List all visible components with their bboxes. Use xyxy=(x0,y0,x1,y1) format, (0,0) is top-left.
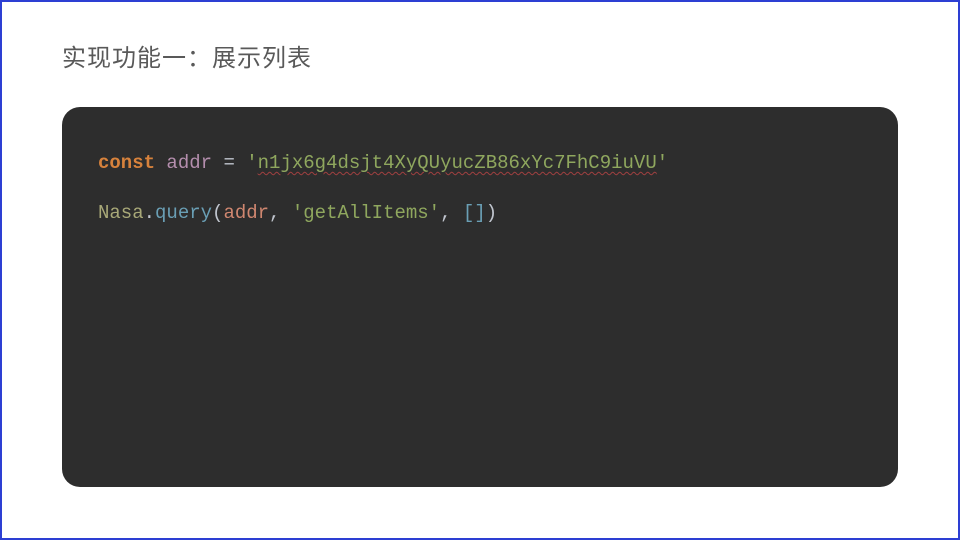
token-space xyxy=(280,202,291,224)
token-space xyxy=(235,152,246,174)
token-string-body: n1jx6g4dsjt4XyQUyucZB86xYc7FhC9iuVU xyxy=(258,152,657,174)
token-bracket-close: ] xyxy=(474,202,485,224)
token-space xyxy=(212,152,223,174)
token-quote-open: ' xyxy=(246,152,257,174)
token-comma: , xyxy=(269,202,280,224)
token-quote-close: ' xyxy=(657,152,668,174)
token-paren-open: ( xyxy=(212,202,223,224)
token-dot: . xyxy=(144,202,155,224)
token-bracket-open: [ xyxy=(463,202,474,224)
slide-title: 实现功能一：展示列表 xyxy=(62,38,898,73)
token-paren-close: ) xyxy=(486,202,497,224)
token-keyword-const: const xyxy=(98,152,155,174)
token-comma: , xyxy=(440,202,451,224)
token-variable-addr: addr xyxy=(166,152,212,174)
token-assign: = xyxy=(223,152,234,174)
code-line-2: Nasa.query(addr, 'getAllItems', []) xyxy=(98,201,862,227)
token-object-nasa: Nasa xyxy=(98,202,144,224)
token-arg-addr: addr xyxy=(223,202,269,224)
code-block: const addr = 'n1jx6g4dsjt4XyQUyucZB86xYc… xyxy=(62,107,898,487)
token-space xyxy=(155,152,166,174)
token-arg-getallitems: 'getAllItems' xyxy=(292,202,440,224)
code-line-1: const addr = 'n1jx6g4dsjt4XyQUyucZB86xYc… xyxy=(98,151,862,177)
token-method-query: query xyxy=(155,202,212,224)
token-space xyxy=(452,202,463,224)
